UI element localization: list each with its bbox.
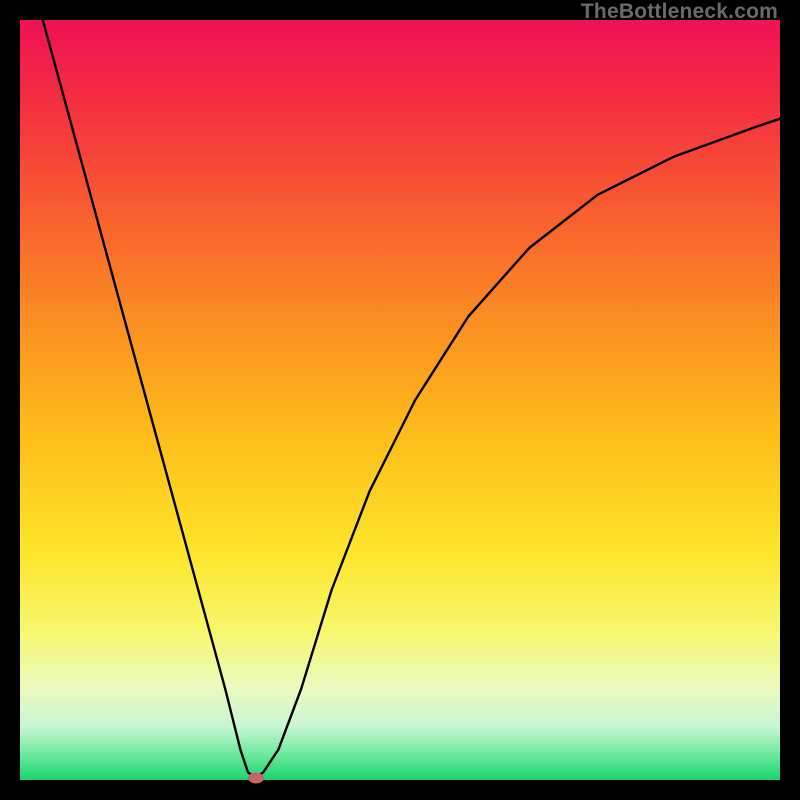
chart-background	[20, 20, 780, 780]
chart-svg	[20, 20, 780, 780]
min-point-marker	[248, 772, 264, 783]
chart-frame	[20, 20, 780, 780]
